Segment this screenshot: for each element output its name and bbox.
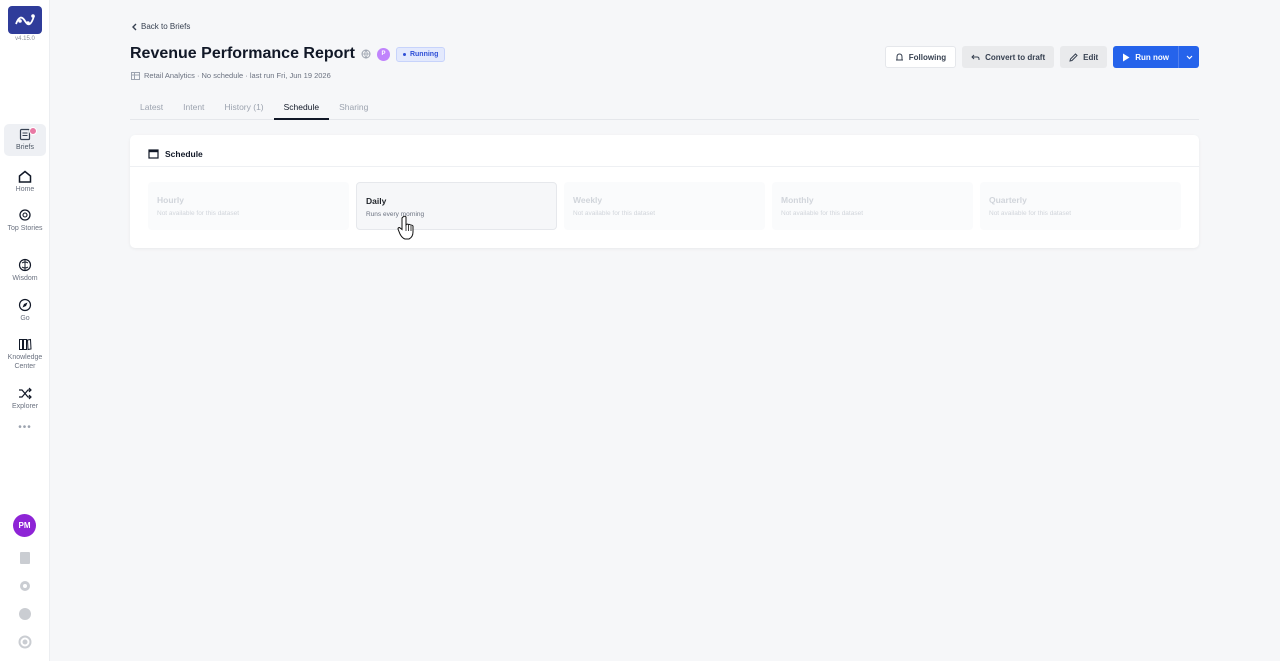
status-dot xyxy=(402,52,406,56)
title-row: Revenue Performance Report P Running xyxy=(130,45,446,63)
schedule-option-hourly[interactable]: Hourly Not available for this dataset xyxy=(148,182,349,230)
edit-label: Edit xyxy=(1083,52,1099,62)
meta-text: Retail Analytics · No schedule · last ru… xyxy=(144,71,331,80)
sidebar: v4.15.0 Briefs Home Top Stories Wisdom G… xyxy=(0,0,50,661)
back-link[interactable]: Back to Briefs xyxy=(131,22,190,31)
help-icon[interactable] xyxy=(18,607,32,621)
run-now-button[interactable]: Run now xyxy=(1113,46,1199,68)
schedule-card: Schedule Hourly Not available for this d… xyxy=(130,135,1199,248)
schedule-heading: Schedule xyxy=(165,148,203,159)
pencil-icon xyxy=(1069,52,1078,62)
following-button[interactable]: Following xyxy=(884,46,957,68)
status-badge: Running xyxy=(395,46,446,62)
sidebar-item-briefs[interactable]: Briefs xyxy=(4,124,46,156)
knowledge-icon xyxy=(19,338,32,351)
header-actions: Following Convert to draft Edit Run now xyxy=(884,46,1199,68)
option-name: Daily xyxy=(366,196,387,206)
bell-icon xyxy=(895,52,903,60)
sidebar-item-go[interactable]: Go xyxy=(4,298,46,323)
app-version: v4.15.0 xyxy=(15,36,35,42)
sidebar-item-label: Home xyxy=(15,186,35,193)
page-title: Revenue Performance Report xyxy=(130,45,355,62)
settings-icon[interactable] xyxy=(18,635,32,649)
schedule-option-weekly[interactable]: Weekly Not available for this dataset xyxy=(564,182,765,230)
home-icon xyxy=(18,170,32,183)
convert-to-draft-button[interactable]: Convert to draft xyxy=(962,46,1055,68)
owner-badge: P xyxy=(376,47,390,61)
table-icon xyxy=(131,71,140,80)
option-desc: Not available for this dataset xyxy=(157,210,240,217)
run-label: Run now xyxy=(1135,52,1169,62)
wisdom-icon xyxy=(18,258,32,272)
option-desc: Not available for this dataset xyxy=(573,210,656,217)
sidebar-item-label: Knowledge Center xyxy=(7,354,43,370)
calendar-icon xyxy=(148,149,159,159)
tab-intent[interactable]: Intent xyxy=(173,97,214,120)
option-desc: Not available for this dataset xyxy=(781,210,864,217)
divider xyxy=(130,166,1199,167)
sidebar-item-label: Top Stories xyxy=(7,225,43,232)
undo-icon xyxy=(971,54,980,60)
following-label: Following xyxy=(908,52,947,62)
sidebar-item-wisdom[interactable]: Wisdom xyxy=(4,258,46,283)
gear-icon[interactable] xyxy=(18,579,32,593)
run-options-dropdown[interactable] xyxy=(1179,46,1199,68)
tab-schedule[interactable]: Schedule xyxy=(273,97,330,120)
run-now-main[interactable]: Run now xyxy=(1113,46,1179,68)
schedule-option-daily[interactable]: Daily Runs every morning xyxy=(356,182,557,230)
brief-meta: Retail Analytics · No schedule · last ru… xyxy=(131,71,331,80)
sidebar-item-label: Wisdom xyxy=(12,275,38,282)
sidebar-item-label: Explorer xyxy=(11,403,39,410)
sidebar-item-home[interactable]: Home xyxy=(4,170,46,194)
avatar[interactable]: PM xyxy=(13,514,36,537)
option-name: Hourly xyxy=(157,195,184,205)
tab-sharing[interactable]: Sharing xyxy=(329,97,378,120)
hand-pointer-icon xyxy=(397,215,414,240)
sidebar-item-top-stories[interactable]: Top Stories xyxy=(4,209,46,233)
status-label: Running xyxy=(409,50,439,58)
more-menu[interactable]: ••• xyxy=(0,422,50,433)
sidebar-item-label: Go xyxy=(20,315,30,322)
globe-icon xyxy=(361,49,371,59)
option-desc: Runs every morning xyxy=(366,211,425,218)
option-desc: Not available for this dataset xyxy=(989,210,1072,217)
sidebar-item-explorer[interactable]: Explorer xyxy=(4,387,46,411)
chevron-left-icon xyxy=(132,23,137,30)
edit-button[interactable]: Edit xyxy=(1060,46,1108,68)
documents-icon[interactable] xyxy=(18,551,32,565)
option-name: Weekly xyxy=(573,195,603,205)
sidebar-item-knowledge-center[interactable]: Knowledge Center xyxy=(4,338,46,371)
schedule-option-monthly[interactable]: Monthly Not available for this dataset xyxy=(772,182,973,230)
tab-latest[interactable]: Latest xyxy=(130,97,173,120)
compass-icon xyxy=(18,298,32,312)
option-name: Quarterly xyxy=(989,195,1027,205)
tab-bar: Latest Intent History (1) Schedule Shari… xyxy=(130,97,1199,120)
schedule-option-quarterly[interactable]: Quarterly Not available for this dataset xyxy=(980,182,1181,230)
app-logo[interactable] xyxy=(8,6,42,34)
sidebar-item-label: Briefs xyxy=(16,144,34,151)
shuffle-icon xyxy=(19,387,32,400)
back-label: Back to Briefs xyxy=(141,22,191,31)
tab-history[interactable]: History (1) xyxy=(214,97,273,120)
play-icon xyxy=(1123,53,1130,61)
option-name: Monthly xyxy=(781,195,814,205)
notification-badge xyxy=(29,127,37,135)
top-stories-icon xyxy=(19,209,31,221)
convert-label: Convert to draft xyxy=(985,52,1046,62)
logo-icon xyxy=(15,14,35,26)
schedule-header: Schedule xyxy=(148,148,203,159)
chevron-down-icon xyxy=(1186,55,1192,59)
